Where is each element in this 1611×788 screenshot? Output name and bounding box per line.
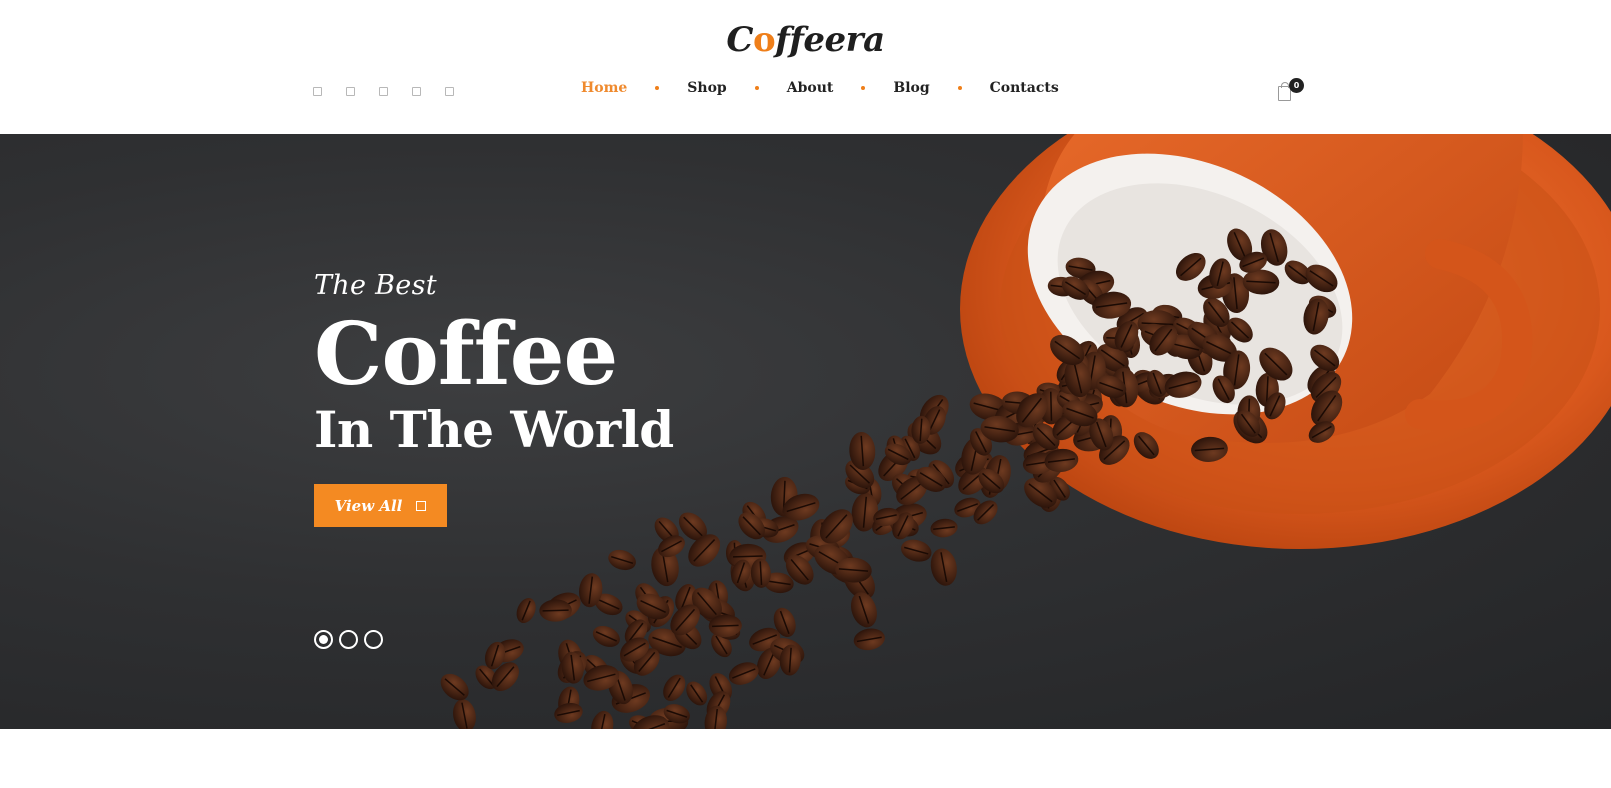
social-links	[313, 87, 454, 96]
slide-dot-3[interactable]	[364, 630, 383, 649]
logo-text-end: ffeera	[775, 20, 885, 60]
slide-dot-1[interactable]	[314, 630, 333, 649]
nav-separator	[861, 86, 866, 90]
hero-headline: Coffee	[314, 304, 618, 405]
nav-about[interactable]: About	[787, 80, 834, 96]
cart-count-badge: 0	[1289, 78, 1304, 93]
nav-contacts[interactable]: Contacts	[990, 80, 1059, 96]
slide-dot-2[interactable]	[339, 630, 358, 649]
nav-home[interactable]: Home	[581, 80, 627, 96]
nav-blog[interactable]: Blog	[893, 80, 929, 96]
arrow-icon	[416, 500, 427, 511]
nav-separator	[754, 86, 759, 90]
social-icon[interactable]	[313, 87, 322, 96]
logo-text-start: C	[726, 20, 753, 60]
hero-text: The Best Coffee In The World	[314, 270, 674, 457]
social-icon[interactable]	[379, 87, 388, 96]
social-icon[interactable]	[445, 87, 454, 96]
hero-subhead: In The World	[314, 400, 674, 459]
hero-tagline: The Best	[314, 270, 437, 301]
social-icon[interactable]	[412, 87, 421, 96]
logo-bean-letter: o	[752, 20, 776, 60]
social-icon[interactable]	[346, 87, 355, 96]
view-all-button[interactable]: View All	[314, 484, 447, 527]
coffee-cup-beans-image	[440, 134, 1611, 729]
hero-slider: The Best Coffee In The World View All	[0, 134, 1611, 729]
nav-separator	[957, 86, 962, 90]
main-nav: Home Shop About Blog Contacts	[581, 80, 1059, 96]
view-all-label: View All	[334, 496, 403, 515]
cart-button[interactable]: 0	[1278, 78, 1308, 108]
slider-pagination	[314, 630, 383, 649]
nav-separator	[655, 86, 660, 90]
nav-shop[interactable]: Shop	[687, 80, 726, 96]
brand-logo[interactable]: Coffeera	[0, 20, 1611, 60]
